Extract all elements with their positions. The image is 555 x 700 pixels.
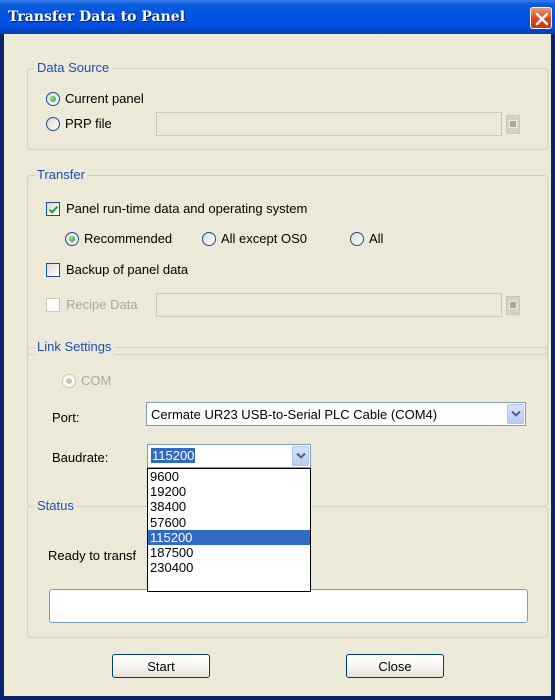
prp-file-path-field[interactable]	[156, 112, 502, 136]
baudrate-option[interactable]: 187500	[148, 545, 310, 560]
browse-recipe-button[interactable]	[506, 296, 520, 315]
prp-file-radio[interactable]	[46, 117, 60, 131]
data-source-legend: Data Source	[34, 60, 113, 76]
all-except-os-label: All except OS0	[221, 231, 307, 246]
com-label: COM	[81, 373, 112, 388]
baudrate-option[interactable]: 38400	[148, 499, 310, 514]
prp-file-label: PRP file	[65, 116, 112, 131]
current-panel-radio[interactable]	[46, 92, 60, 106]
start-button[interactable]: Start	[112, 654, 210, 678]
data-source-group: Data Source	[27, 60, 548, 150]
all-except-os-radio[interactable]	[202, 232, 216, 246]
browse-icon	[509, 120, 517, 128]
checkmark-icon	[48, 205, 59, 214]
runtime-data-checkbox[interactable]	[46, 202, 60, 216]
baudrate-option[interactable]: 57600	[148, 515, 310, 530]
dialog-window: Transfer Data to Panel Data Source Curre…	[0, 0, 555, 700]
baudrate-options-list[interactable]: 9600 19200 38400 57600 115200 187500 230…	[147, 468, 311, 592]
baudrate-label: Baudrate:	[52, 450, 109, 465]
port-dropdown-button[interactable]	[507, 404, 524, 424]
baudrate-option[interactable]: 19200	[148, 484, 310, 499]
com-radio[interactable]	[62, 374, 76, 388]
current-panel-label: Current panel	[65, 91, 144, 106]
backup-label: Backup of panel data	[66, 262, 189, 277]
baudrate-select[interactable]: 115200	[147, 444, 311, 468]
transfer-legend: Transfer	[34, 167, 88, 183]
port-label: Port:	[52, 410, 80, 425]
radio-dot	[50, 96, 56, 102]
baudrate-option[interactable]: 230400	[148, 560, 310, 575]
status-legend: Status	[34, 498, 77, 514]
chevron-down-icon	[511, 410, 521, 417]
close-window-button[interactable]	[530, 7, 552, 29]
runtime-data-label: Panel run-time data and operating system	[66, 201, 308, 216]
recipe-data-checkbox[interactable]	[46, 298, 60, 312]
link-settings-legend: Link Settings	[34, 339, 115, 355]
port-select-value: Cermate UR23 USB-to-Serial PLC Cable (CO…	[151, 407, 438, 422]
transfer-progress-bar	[49, 589, 528, 623]
recommended-label: Recommended	[84, 231, 173, 246]
radio-dot	[69, 236, 75, 242]
baudrate-option[interactable]: 9600	[148, 469, 310, 484]
recipe-data-field[interactable]	[156, 293, 502, 317]
baudrate-dropdown-button[interactable]	[292, 446, 309, 466]
all-radio[interactable]	[350, 232, 364, 246]
window-title: Transfer Data to Panel	[8, 9, 186, 25]
status-message: Ready to transf	[48, 548, 137, 563]
chevron-down-icon	[296, 452, 306, 459]
title-bar[interactable]: Transfer Data to Panel	[0, 0, 555, 34]
browse-prp-file-button[interactable]	[506, 115, 520, 134]
browse-icon	[509, 301, 517, 309]
radio-dot	[66, 378, 72, 384]
close-icon	[535, 12, 549, 26]
all-label: All	[369, 231, 384, 246]
baudrate-option-selected[interactable]: 115200	[148, 529, 310, 545]
port-select[interactable]: Cermate UR23 USB-to-Serial PLC Cable (CO…	[146, 402, 526, 426]
baudrate-select-value: 115200	[151, 448, 196, 463]
backup-checkbox[interactable]	[46, 263, 60, 277]
close-button[interactable]: Close	[346, 654, 444, 678]
recipe-data-label: Recipe Data	[66, 297, 138, 312]
recommended-radio[interactable]	[65, 232, 79, 246]
dialog-body: Data Source Current panel PRP file Trans…	[4, 34, 551, 696]
